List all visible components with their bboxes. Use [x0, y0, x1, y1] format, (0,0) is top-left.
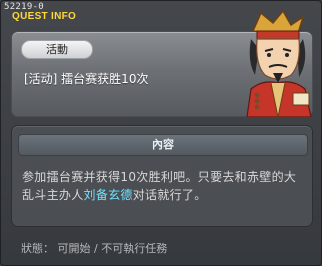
content-header: 內容: [18, 134, 308, 156]
npc-portrait-icon: [246, 9, 312, 117]
window-title: QUEST INFO: [12, 11, 77, 22]
content-text: 参加擂台赛并获得10次胜利吧。只要去和赤壁的大乱斗主办人刘备玄德对话就行了。: [22, 168, 306, 204]
quest-name: [活动] 擂台赛获胜10次: [24, 72, 149, 86]
npc-link[interactable]: 刘备玄德: [84, 188, 133, 202]
category-badge: 活動: [21, 40, 93, 59]
quest-info-window: 52219-0 QUEST INFO 活動 [活动] 擂台赛获胜10次 內容 参…: [0, 0, 322, 266]
content-text-after: 对话就行了。: [132, 188, 207, 202]
content-panel: 內容 参加擂台赛并获得10次胜利吧。只要去和赤壁的大乱斗主办人刘备玄德对话就行了…: [11, 125, 313, 227]
quest-status: 狀態： 可開始 / 不可執行任務: [21, 242, 168, 255]
